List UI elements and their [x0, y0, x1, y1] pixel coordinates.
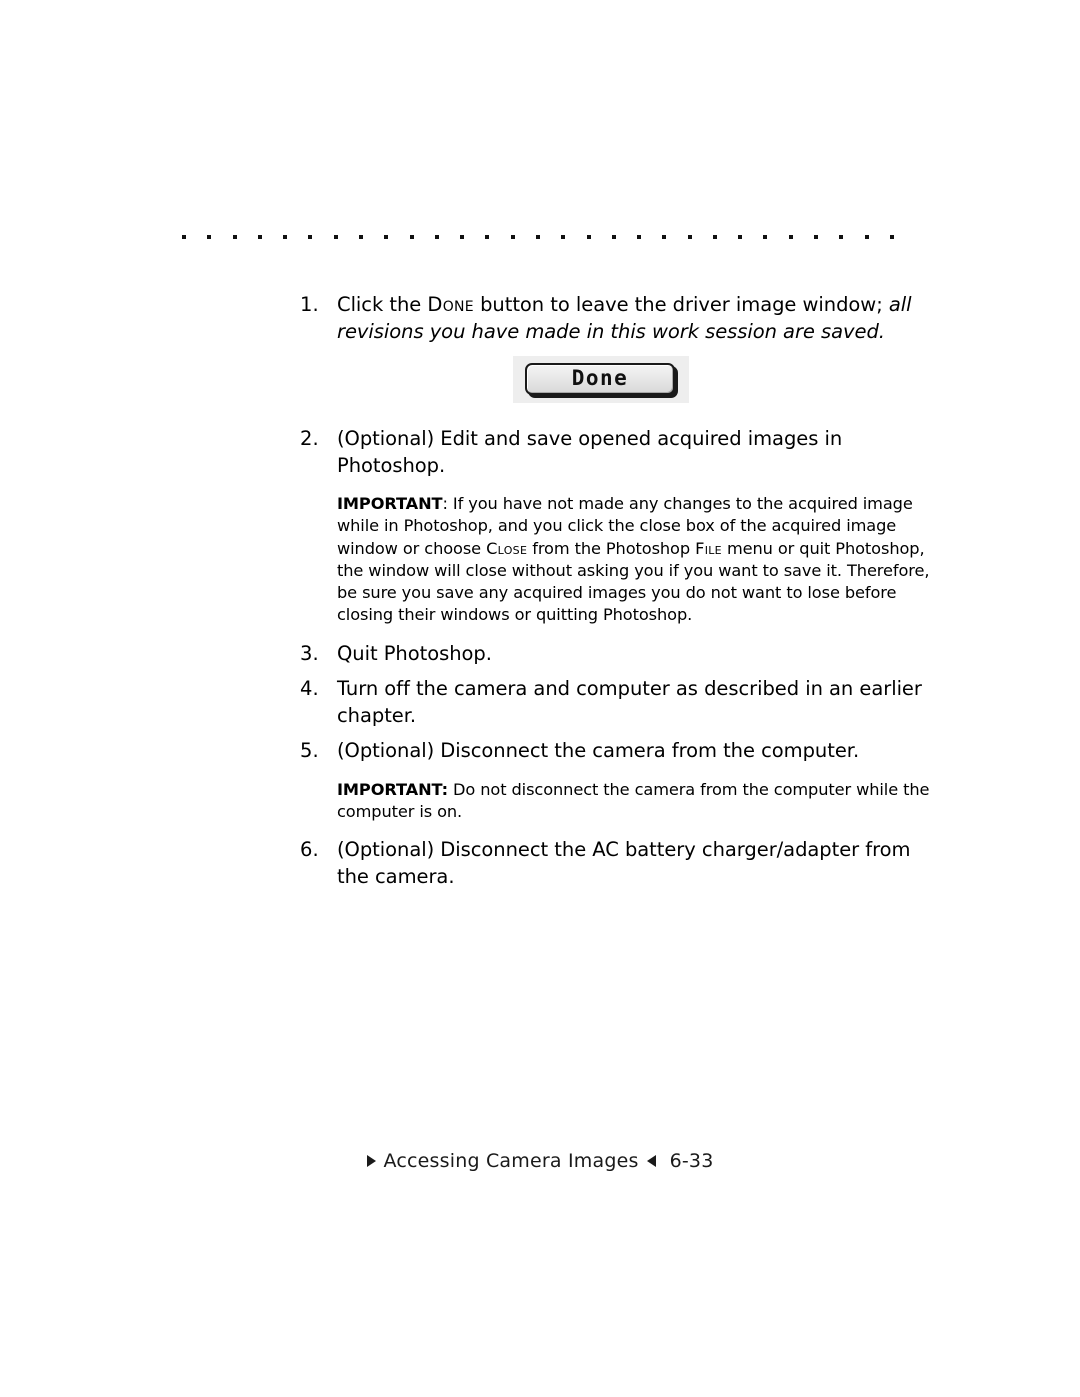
rule-dot [712, 235, 717, 239]
rule-dot [839, 235, 844, 239]
rule-dot [182, 235, 186, 239]
list-item: 1. Click the Done button to leave the dr… [300, 292, 930, 345]
rule-dot [283, 235, 288, 239]
triangle-right-icon [366, 1154, 376, 1167]
done-smallcaps-label: Done [427, 293, 474, 316]
step-number: 5. [300, 739, 319, 763]
list-item: 3. Quit Photoshop. [300, 641, 930, 668]
triangle-left-icon [646, 1154, 656, 1167]
rule-dot [814, 235, 819, 239]
step-number: 6. [300, 838, 319, 862]
done-button-figure: Done [513, 356, 689, 403]
rule-dot [384, 235, 389, 239]
file-smallcaps-label: File [695, 538, 722, 558]
step-text-mid: button to leave the driver image window; [473, 293, 889, 316]
step-text: (Optional) Disconnect the camera from th… [337, 739, 860, 763]
step-text: Click the Done button to leave the drive… [337, 292, 930, 345]
rule-dot [333, 235, 338, 239]
rule-dot [788, 235, 793, 239]
dotted-rule-divider [182, 234, 894, 240]
step-text: (Optional) Disconnect the AC battery cha… [337, 838, 911, 888]
rule-dot [763, 235, 768, 239]
done-button-label: Done [571, 365, 629, 390]
note-part-2: from the Photoshop [527, 538, 696, 558]
rule-dot [586, 235, 591, 239]
list-item: 2. (Optional) Edit and save opened acqui… [300, 426, 930, 479]
rule-dot [434, 235, 439, 239]
rule-dot [864, 235, 869, 239]
rule-dot [308, 235, 313, 239]
step-number: 2. [300, 427, 319, 450]
step-number: 4. [300, 677, 319, 701]
step-number: 3. [300, 641, 319, 665]
close-smallcaps-label: Close [486, 538, 528, 558]
step-text: Quit Photoshop. [337, 641, 492, 665]
footer-title: Accessing Camera Images [383, 1150, 639, 1172]
button-face[interactable]: Done [525, 363, 675, 395]
rule-dot [207, 235, 212, 239]
step-text: (Optional) Edit and save opened acquired… [337, 427, 843, 477]
page-number: 6-33 [669, 1150, 714, 1172]
rule-dot [232, 235, 237, 239]
list-item: 4. Turn off the camera and computer as d… [300, 676, 930, 729]
rule-dot [485, 235, 490, 239]
rule-dot [510, 235, 515, 239]
rule-dot [637, 235, 642, 239]
rule-dot [889, 235, 894, 239]
important-label: IMPORTANT: [337, 779, 448, 799]
rule-dot [358, 235, 363, 239]
rule-dot [611, 235, 616, 239]
list-item: 6. (Optional) Disconnect the AC battery … [300, 837, 930, 890]
rule-dot [561, 235, 566, 239]
step-text: Turn off the camera and computer as desc… [337, 677, 922, 727]
important-note: IMPORTANT: If you have not made any chan… [337, 493, 930, 627]
important-note: IMPORTANT: Do not disconnect the camera … [337, 779, 930, 824]
document-page: 1. Click the Done button to leave the dr… [0, 0, 1080, 1397]
rule-dot [460, 235, 465, 239]
rule-dot [535, 235, 540, 239]
rule-dot [409, 235, 414, 239]
rule-dot [738, 235, 743, 239]
done-button[interactable]: Done [525, 363, 678, 398]
step-text-lead: Click the [337, 293, 428, 316]
list-item: 5. (Optional) Disconnect the camera from… [300, 738, 930, 765]
step-number: 1. [300, 293, 319, 316]
important-label: IMPORTANT [337, 494, 443, 513]
page-footer: Accessing Camera Images 6-33 [0, 1150, 1080, 1172]
rule-dot [662, 235, 667, 239]
rule-dot [687, 235, 692, 239]
rule-dot [257, 235, 262, 239]
